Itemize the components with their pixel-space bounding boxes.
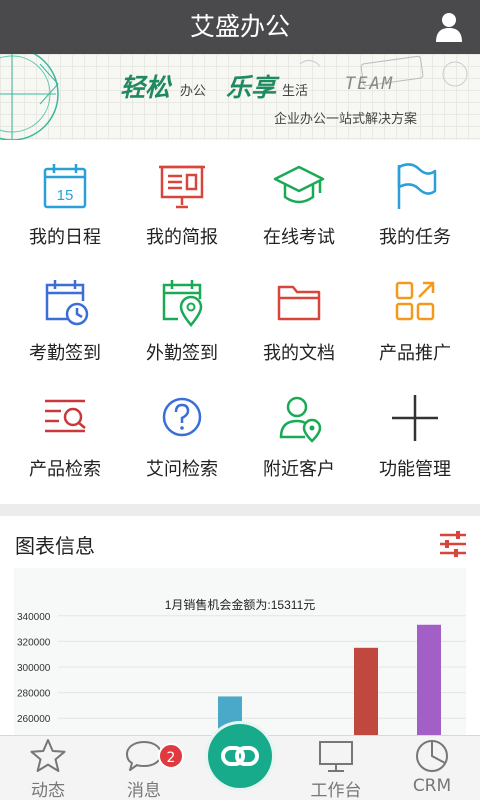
banner-team-text: TEAM [345,74,394,94]
star-icon [30,739,66,772]
chart-gridlines [58,615,466,719]
tab-feed[interactable]: 动态 [8,736,88,801]
center-action-button[interactable] [208,724,272,788]
feature-label: 我的文档 [263,343,335,364]
calendar-location-icon [162,280,203,327]
promo-banner: 轻松 办公 乐享 生活 TEAM 企业办公一站式解决方案 [0,54,480,140]
y-tick-label: 260000 [17,714,51,725]
feature-my-documents[interactable]: 我的文档 [241,257,357,373]
feature-product-search[interactable]: 产品检索 [7,373,123,489]
banner-slogan-word2: 乐享 [226,73,277,102]
feature-field-checkin[interactable]: 外勤签到 [124,257,240,373]
user-profile-button[interactable] [434,11,464,43]
feature-product-promotion[interactable]: 产品推广 [357,257,473,373]
chart-section-title: 图表信息 [15,534,95,558]
feature-online-exam[interactable]: 在线考试 [241,141,357,257]
person-location-icon [279,396,322,443]
calendar-icon: 15 [43,164,87,209]
feature-question-search[interactable]: 艾问检索 [124,373,240,489]
chart-title: 1月销售机会金额为:15311元 [165,597,316,612]
feature-label: 外勤签到 [146,343,218,364]
monitor-icon [319,741,353,772]
banner-slogan-word1: 轻松 [120,73,171,102]
graduation-cap-icon [273,165,325,204]
folder-icon [277,285,321,321]
plus-icon [392,395,438,441]
feature-label: 功能管理 [379,459,451,480]
y-tick-label: 280000 [17,689,51,700]
link-icon [221,746,259,766]
message-count-badge: 2 [158,743,184,769]
tab-label: CRM [412,776,452,796]
banner-slogan-sub2: 生活 [282,84,309,99]
question-circle-icon [162,397,202,437]
banner-slogan-sub1: 办公 [180,84,207,99]
list-search-icon [45,399,86,433]
user-icon [436,13,462,42]
tab-crm[interactable]: CRM [392,736,472,801]
feature-label: 我的任务 [379,227,451,248]
feature-label: 附近客户 [263,459,335,480]
feature-label: 考勤签到 [29,343,101,364]
apps-grid-icon [395,281,435,321]
tab-workbench[interactable]: 工作台 [296,736,376,801]
feature-grid: 15 我的日程 我的简报 在线考试 我的任务 考勤签到 外勤签到 我的文档 产品… [0,141,480,504]
feature-label: 产品推广 [379,343,451,364]
feature-function-management[interactable]: 功能管理 [357,373,473,489]
feature-nearby-customers[interactable]: 附近客户 [241,373,357,489]
chart-bar [354,647,378,738]
chart-y-axis: 260000 280000 300000 320000 340000 [17,612,51,725]
sales-chart: 1月销售机会金额为:15311元 260000 280000 300000 32000… [17,597,466,738]
tab-label: 动态 [31,781,65,801]
y-tick-label: 300000 [17,663,51,674]
section-divider [0,504,480,516]
feature-attendance-checkin[interactable]: 考勤签到 [7,257,123,373]
feature-label: 艾问检索 [146,459,218,480]
calendar-day-number: 15 [57,187,74,204]
presentation-icon [159,165,205,209]
pie-chart-icon [416,740,448,772]
chart-container: 1月销售机会金额为:15311元 260000 280000 300000 32000… [14,568,466,738]
feature-my-briefing[interactable]: 我的简报 [124,141,240,257]
chart-filter-button[interactable] [438,531,468,557]
banner-tagline: 企业办公一站式解决方案 [274,112,418,127]
flag-icon [397,163,437,209]
feature-my-tasks[interactable]: 我的任务 [357,141,473,257]
tab-label: 消息 [127,781,161,801]
feature-my-schedule[interactable]: 15 我的日程 [7,141,123,257]
feature-label: 我的简报 [146,227,218,248]
feature-label: 我的日程 [29,227,101,248]
feature-label: 产品检索 [29,459,101,480]
top-app-bar: 艾盛办公 [0,0,480,54]
calendar-clock-icon [45,280,89,326]
y-tick-label: 320000 [17,637,51,648]
feature-label: 在线考试 [263,227,335,248]
app-title: 艾盛办公 [189,12,290,41]
tab-label: 工作台 [310,781,362,801]
chart-section-header: 图表信息 [0,516,480,568]
sliders-icon [440,531,466,557]
y-tick-label: 340000 [17,612,51,623]
chart-bar [417,624,441,738]
